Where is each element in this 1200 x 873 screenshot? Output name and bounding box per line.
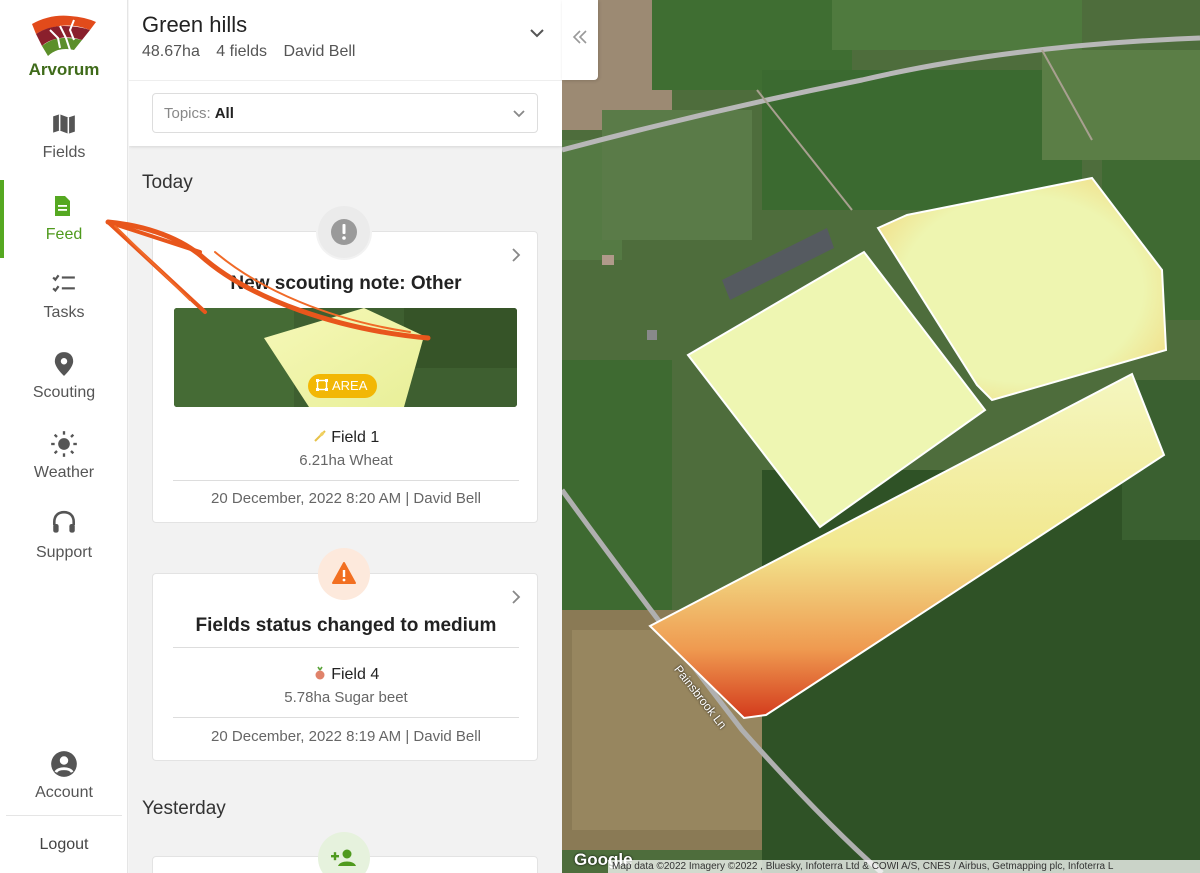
card-title: New scouting note: Other bbox=[230, 273, 462, 294]
card-footer: 20 December, 2022 8:19 AM | David Bell bbox=[211, 728, 481, 745]
pin-icon bbox=[54, 352, 74, 376]
nav-divider bbox=[6, 815, 122, 816]
area-icon bbox=[316, 379, 328, 391]
map-attribution: Map data ©2022 Imagery ©2022 , Bluesky, … bbox=[608, 860, 1200, 873]
chevron-right-icon bbox=[512, 590, 521, 604]
card-title: Fields status changed to medium bbox=[195, 615, 497, 636]
nav-label: Fields bbox=[42, 144, 86, 161]
farm-name: Green hills bbox=[142, 12, 248, 37]
card-field-crop: 6.21ha Wheat bbox=[299, 452, 393, 469]
nav-item-support[interactable]: Support bbox=[0, 510, 128, 588]
nav-label: Tasks bbox=[43, 304, 85, 321]
nav-item-account[interactable]: Account bbox=[0, 750, 128, 828]
map-icon bbox=[53, 114, 75, 134]
chevron-down-icon bbox=[513, 110, 525, 118]
nav-label: Scouting bbox=[32, 384, 96, 401]
map-view[interactable]: Painsbrook Ln Google Map data ©2022 Imag… bbox=[562, 0, 1200, 873]
card-divider bbox=[173, 480, 519, 481]
nav-label: Feed bbox=[45, 226, 83, 243]
nav-item-weather[interactable]: Weather bbox=[0, 430, 128, 508]
farm-meta: 48.67ha 4 fields David Bell bbox=[142, 43, 367, 61]
nav-item-tasks[interactable]: Tasks bbox=[0, 270, 128, 348]
card-field-name: Field 1 bbox=[153, 429, 539, 447]
sun-icon bbox=[51, 431, 77, 457]
account-icon bbox=[51, 751, 77, 777]
chevron-right-icon bbox=[512, 248, 521, 262]
farm-area: 48.67ha bbox=[142, 43, 200, 60]
area-tag: AREA bbox=[308, 374, 378, 398]
card-badge bbox=[316, 830, 372, 873]
area-tag-label: AREA bbox=[332, 378, 368, 393]
nav-item-scouting[interactable]: Scouting bbox=[0, 350, 128, 428]
nav-item-fields[interactable]: Fields bbox=[0, 110, 128, 188]
card-field-name: Field 4 bbox=[153, 666, 539, 684]
double-chevron-left-icon bbox=[572, 30, 587, 44]
card-badge bbox=[316, 204, 372, 260]
document-icon bbox=[55, 196, 70, 216]
farm-field-count: 4 fields bbox=[216, 43, 267, 60]
headset-icon bbox=[53, 510, 75, 533]
topics-filter[interactable]: Topics: All bbox=[152, 93, 538, 133]
nav-item-feed[interactable]: Feed bbox=[0, 180, 128, 258]
arvorum-logo-icon bbox=[32, 15, 96, 56]
add-user-icon bbox=[318, 832, 370, 873]
day-heading-yesterday: Yesterday bbox=[142, 798, 226, 819]
exclamation-icon bbox=[318, 206, 370, 258]
header-divider bbox=[129, 80, 562, 81]
logout-link[interactable]: Logout bbox=[0, 828, 128, 862]
card-footer: 20 December, 2022 8:20 AM | David Bell bbox=[211, 490, 481, 507]
checklist-icon bbox=[52, 274, 75, 293]
chevron-down-icon[interactable] bbox=[530, 26, 544, 40]
collapse-panel-button[interactable] bbox=[562, 0, 598, 80]
sugar-beet-icon bbox=[315, 666, 325, 680]
side-nav: Arvorum Fields Feed Tasks Scouting Weath… bbox=[0, 0, 128, 873]
topics-filter-value: All bbox=[214, 105, 234, 122]
topics-filter-text: Topics: All bbox=[164, 105, 234, 122]
card-divider bbox=[173, 647, 519, 648]
field-thumbnail: AREA bbox=[174, 308, 517, 407]
nav-label: Support bbox=[35, 544, 93, 561]
wheat-icon bbox=[314, 430, 326, 442]
feed-panel: Today New scouting note: Other AREA Fiel… bbox=[129, 0, 562, 873]
brand-name: Arvorum bbox=[28, 60, 100, 79]
panel-header: Green hills 48.67ha 4 fields David Bell … bbox=[129, 0, 562, 146]
card-badge bbox=[316, 546, 372, 602]
warning-icon bbox=[318, 548, 370, 600]
day-heading-today: Today bbox=[142, 172, 193, 193]
satellite-map bbox=[562, 0, 1200, 873]
nav-label: Account bbox=[35, 784, 93, 801]
feed-card-scouting-note[interactable]: New scouting note: Other AREA Field 1 6.… bbox=[152, 231, 538, 523]
farm-owner: David Bell bbox=[283, 43, 356, 60]
brand-logo[interactable]: Arvorum bbox=[0, 12, 128, 80]
card-field-crop: 5.78ha Sugar beet bbox=[284, 689, 408, 706]
card-divider bbox=[173, 717, 519, 718]
nav-label: Weather bbox=[33, 464, 95, 481]
